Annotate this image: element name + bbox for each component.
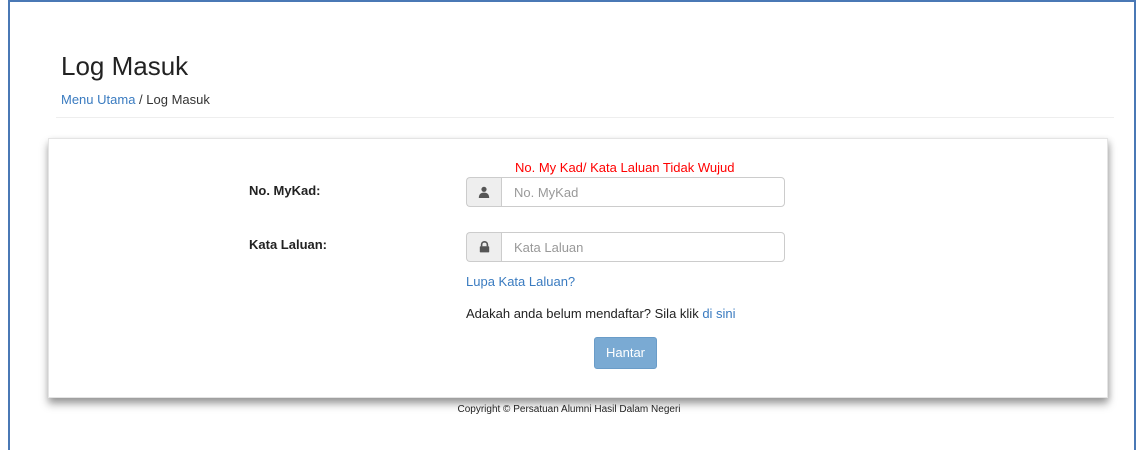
- lock-icon: [466, 232, 501, 262]
- breadcrumb: Menu Utama / Log Masuk: [61, 92, 210, 108]
- breadcrumb-home-link[interactable]: Menu Utama: [61, 92, 135, 107]
- forgot-password-link[interactable]: Lupa Kata Laluan?: [466, 274, 575, 290]
- footer-copyright: Copyright © Persatuan Alumni Hasil Dalam…: [457, 404, 681, 415]
- login-error-message: No. My Kad/ Kata Laluan Tidak Wujud: [515, 160, 735, 175]
- mykad-label: No. MyKad:: [249, 183, 321, 198]
- page-title: Log Masuk: [61, 51, 189, 81]
- mykad-input[interactable]: [501, 177, 785, 207]
- breadcrumb-separator: /: [135, 92, 147, 107]
- mykad-input-group: [466, 177, 785, 207]
- submit-button[interactable]: Hantar: [594, 337, 657, 369]
- password-label: Kata Laluan:: [249, 237, 328, 252]
- register-prompt: Adakah anda belum mendaftar? Sila klik d…: [466, 306, 736, 322]
- register-link[interactable]: di sini: [702, 306, 735, 321]
- password-input-group: [466, 232, 785, 262]
- breadcrumb-current: Log Masuk: [146, 92, 210, 107]
- register-prompt-text: Adakah anda belum mendaftar? Sila klik: [466, 306, 703, 321]
- password-input[interactable]: [501, 232, 785, 262]
- login-panel: No. My Kad/ Kata Laluan Tidak Wujud No. …: [48, 138, 1108, 398]
- header-divider: [56, 117, 1114, 118]
- user-icon: [466, 177, 501, 207]
